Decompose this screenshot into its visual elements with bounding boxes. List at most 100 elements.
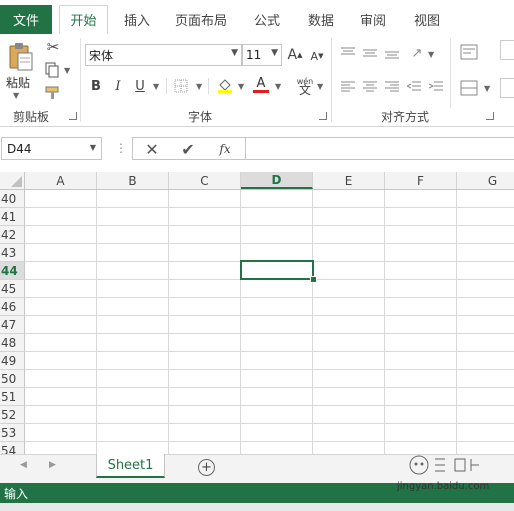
formula-input[interactable] — [245, 137, 514, 160]
underline-dropdown-icon[interactable]: ▼ — [153, 82, 159, 91]
alignment-group-label: 对齐方式 — [380, 110, 429, 124]
gridline — [25, 225, 514, 226]
row-header[interactable]: 40 — [0, 190, 25, 208]
number-format-combo[interactable] — [500, 40, 514, 60]
orientation-dropdown-icon[interactable]: ▼ — [428, 50, 434, 59]
status-mode: 输入 — [4, 486, 29, 501]
fill-handle[interactable] — [310, 276, 317, 283]
clipboard-launcher-icon[interactable] — [69, 112, 77, 120]
row-header[interactable]: 47 — [0, 316, 25, 334]
gridline — [25, 243, 514, 244]
orientation-icon[interactable]: ↗ — [408, 44, 426, 62]
tab-formulas[interactable]: 公式 — [244, 5, 290, 33]
row-header[interactable]: 45 — [0, 280, 25, 298]
tab-insert[interactable]: 插入 — [114, 5, 160, 33]
align-top-icon[interactable] — [340, 46, 356, 60]
cut-icon[interactable]: ✂ — [44, 38, 62, 56]
increase-indent-icon[interactable] — [428, 80, 444, 94]
phonetic-icon[interactable]: wén 文 — [294, 74, 316, 98]
tab-home[interactable]: 开始 — [59, 5, 108, 34]
row-header[interactable]: 54 — [0, 442, 25, 454]
row-header[interactable]: 53 — [0, 424, 25, 442]
align-bottom-icon[interactable] — [384, 46, 400, 60]
wrap-text-icon[interactable] — [459, 42, 479, 62]
scroll-sheets-left-icon[interactable]: ◀ — [20, 460, 27, 470]
gridline — [168, 190, 169, 454]
gridline — [25, 315, 514, 316]
number-format-button[interactable] — [500, 78, 514, 98]
chevron-down-icon[interactable]: ▼ — [90, 143, 96, 152]
divider — [166, 78, 167, 94]
paste-icon[interactable] — [6, 40, 34, 72]
font-size-combo[interactable]: 11 ▼ — [242, 44, 282, 66]
font-color-dropdown-icon[interactable]: ▼ — [275, 82, 281, 91]
active-cell[interactable] — [240, 260, 314, 280]
column-header-e[interactable]: E — [313, 172, 385, 189]
gridline — [25, 405, 514, 406]
gridline — [456, 190, 457, 454]
ribbon-home: 粘贴 ▼ ✂ ▼ 剪贴板 宋体 ▼ 11 ▼ A ▲ A ▼ B I U ▼ ▼ ▼… — [0, 34, 514, 127]
merge-dropdown-icon[interactable]: ▼ — [484, 84, 490, 93]
name-box[interactable]: D44 ▼ — [1, 137, 102, 160]
border-icon[interactable] — [173, 78, 189, 94]
tab-review[interactable]: 审阅 — [350, 5, 396, 33]
column-header-d[interactable]: D — [241, 172, 313, 189]
cancel-icon[interactable]: ✕ — [143, 140, 161, 159]
chevron-down-icon[interactable]: ▼ — [231, 48, 238, 58]
row-header[interactable]: 50 — [0, 370, 25, 388]
row-header[interactable]: 49 — [0, 352, 25, 370]
row-header[interactable]: 52 — [0, 406, 25, 424]
sheet-tab-sheet1[interactable]: Sheet1 — [96, 454, 165, 478]
row-header-selected[interactable]: 44 — [0, 262, 25, 280]
paste-dropdown-icon[interactable]: ▼ — [13, 91, 19, 100]
formula-bar-grip-icon[interactable]: ⋮ — [115, 141, 127, 155]
copy-dropdown-icon[interactable]: ▼ — [64, 66, 70, 75]
row-header[interactable]: 41 — [0, 208, 25, 226]
phonetic-dropdown-icon[interactable]: ▼ — [317, 82, 323, 91]
bold-button[interactable]: B — [88, 76, 104, 96]
spreadsheet-grid[interactable]: A B C D E F G 40 41 42 43 44 45 46 47 48… — [0, 172, 514, 454]
underline-button[interactable]: U — [132, 76, 148, 96]
fill-color-dropdown-icon[interactable]: ▼ — [238, 82, 244, 91]
column-header-f[interactable]: F — [385, 172, 457, 189]
enter-check-icon[interactable]: ✔ — [179, 140, 197, 159]
copy-icon[interactable] — [43, 62, 61, 78]
row-header[interactable]: 48 — [0, 334, 25, 352]
align-middle-icon[interactable] — [362, 46, 378, 60]
align-center-icon[interactable] — [362, 80, 378, 94]
decrease-font-icon[interactable]: A ▼ — [309, 46, 325, 66]
increase-font-icon[interactable]: A ▲ — [287, 44, 303, 66]
fill-color-icon[interactable] — [216, 76, 234, 94]
paste-button-label[interactable]: 粘贴 — [6, 74, 30, 91]
chevron-down-icon[interactable]: ▼ — [271, 48, 278, 58]
font-color-icon[interactable]: A — [252, 76, 270, 94]
font-name-combo[interactable]: 宋体 ▼ — [85, 44, 242, 66]
column-header-g[interactable]: G — [457, 172, 514, 189]
format-painter-icon[interactable] — [44, 86, 62, 100]
insert-function-icon[interactable]: fx — [214, 140, 236, 158]
row-header[interactable]: 43 — [0, 244, 25, 262]
add-sheet-icon[interactable]: + — [198, 459, 215, 476]
align-left-icon[interactable] — [340, 80, 356, 94]
column-header-c[interactable]: C — [169, 172, 241, 189]
decrease-indent-icon[interactable] — [406, 80, 422, 94]
tab-file[interactable]: 文件 — [0, 5, 52, 34]
italic-button[interactable]: I — [110, 76, 126, 96]
tab-view[interactable]: 视图 — [404, 5, 450, 33]
scroll-sheets-right-icon[interactable]: ▶ — [49, 460, 56, 470]
font-launcher-icon[interactable] — [319, 112, 327, 120]
column-header-a[interactable]: A — [25, 172, 97, 189]
column-header-b[interactable]: B — [97, 172, 169, 189]
row-header[interactable]: 42 — [0, 226, 25, 244]
ribbon-tab-bar: 文件 开始 插入 页面布局 公式 数据 审阅 视图 — [0, 0, 514, 35]
alignment-launcher-icon[interactable] — [486, 112, 494, 120]
tab-page-layout[interactable]: 页面布局 — [168, 5, 234, 33]
merge-center-icon[interactable] — [459, 78, 479, 98]
tab-data[interactable]: 数据 — [298, 5, 344, 33]
row-header[interactable]: 51 — [0, 388, 25, 406]
row-header[interactable]: 46 — [0, 298, 25, 316]
select-all-button[interactable] — [0, 172, 25, 189]
watermark-text: jingyan.baidu.com — [397, 481, 490, 492]
align-right-icon[interactable] — [384, 80, 400, 94]
border-dropdown-icon[interactable]: ▼ — [196, 82, 202, 91]
